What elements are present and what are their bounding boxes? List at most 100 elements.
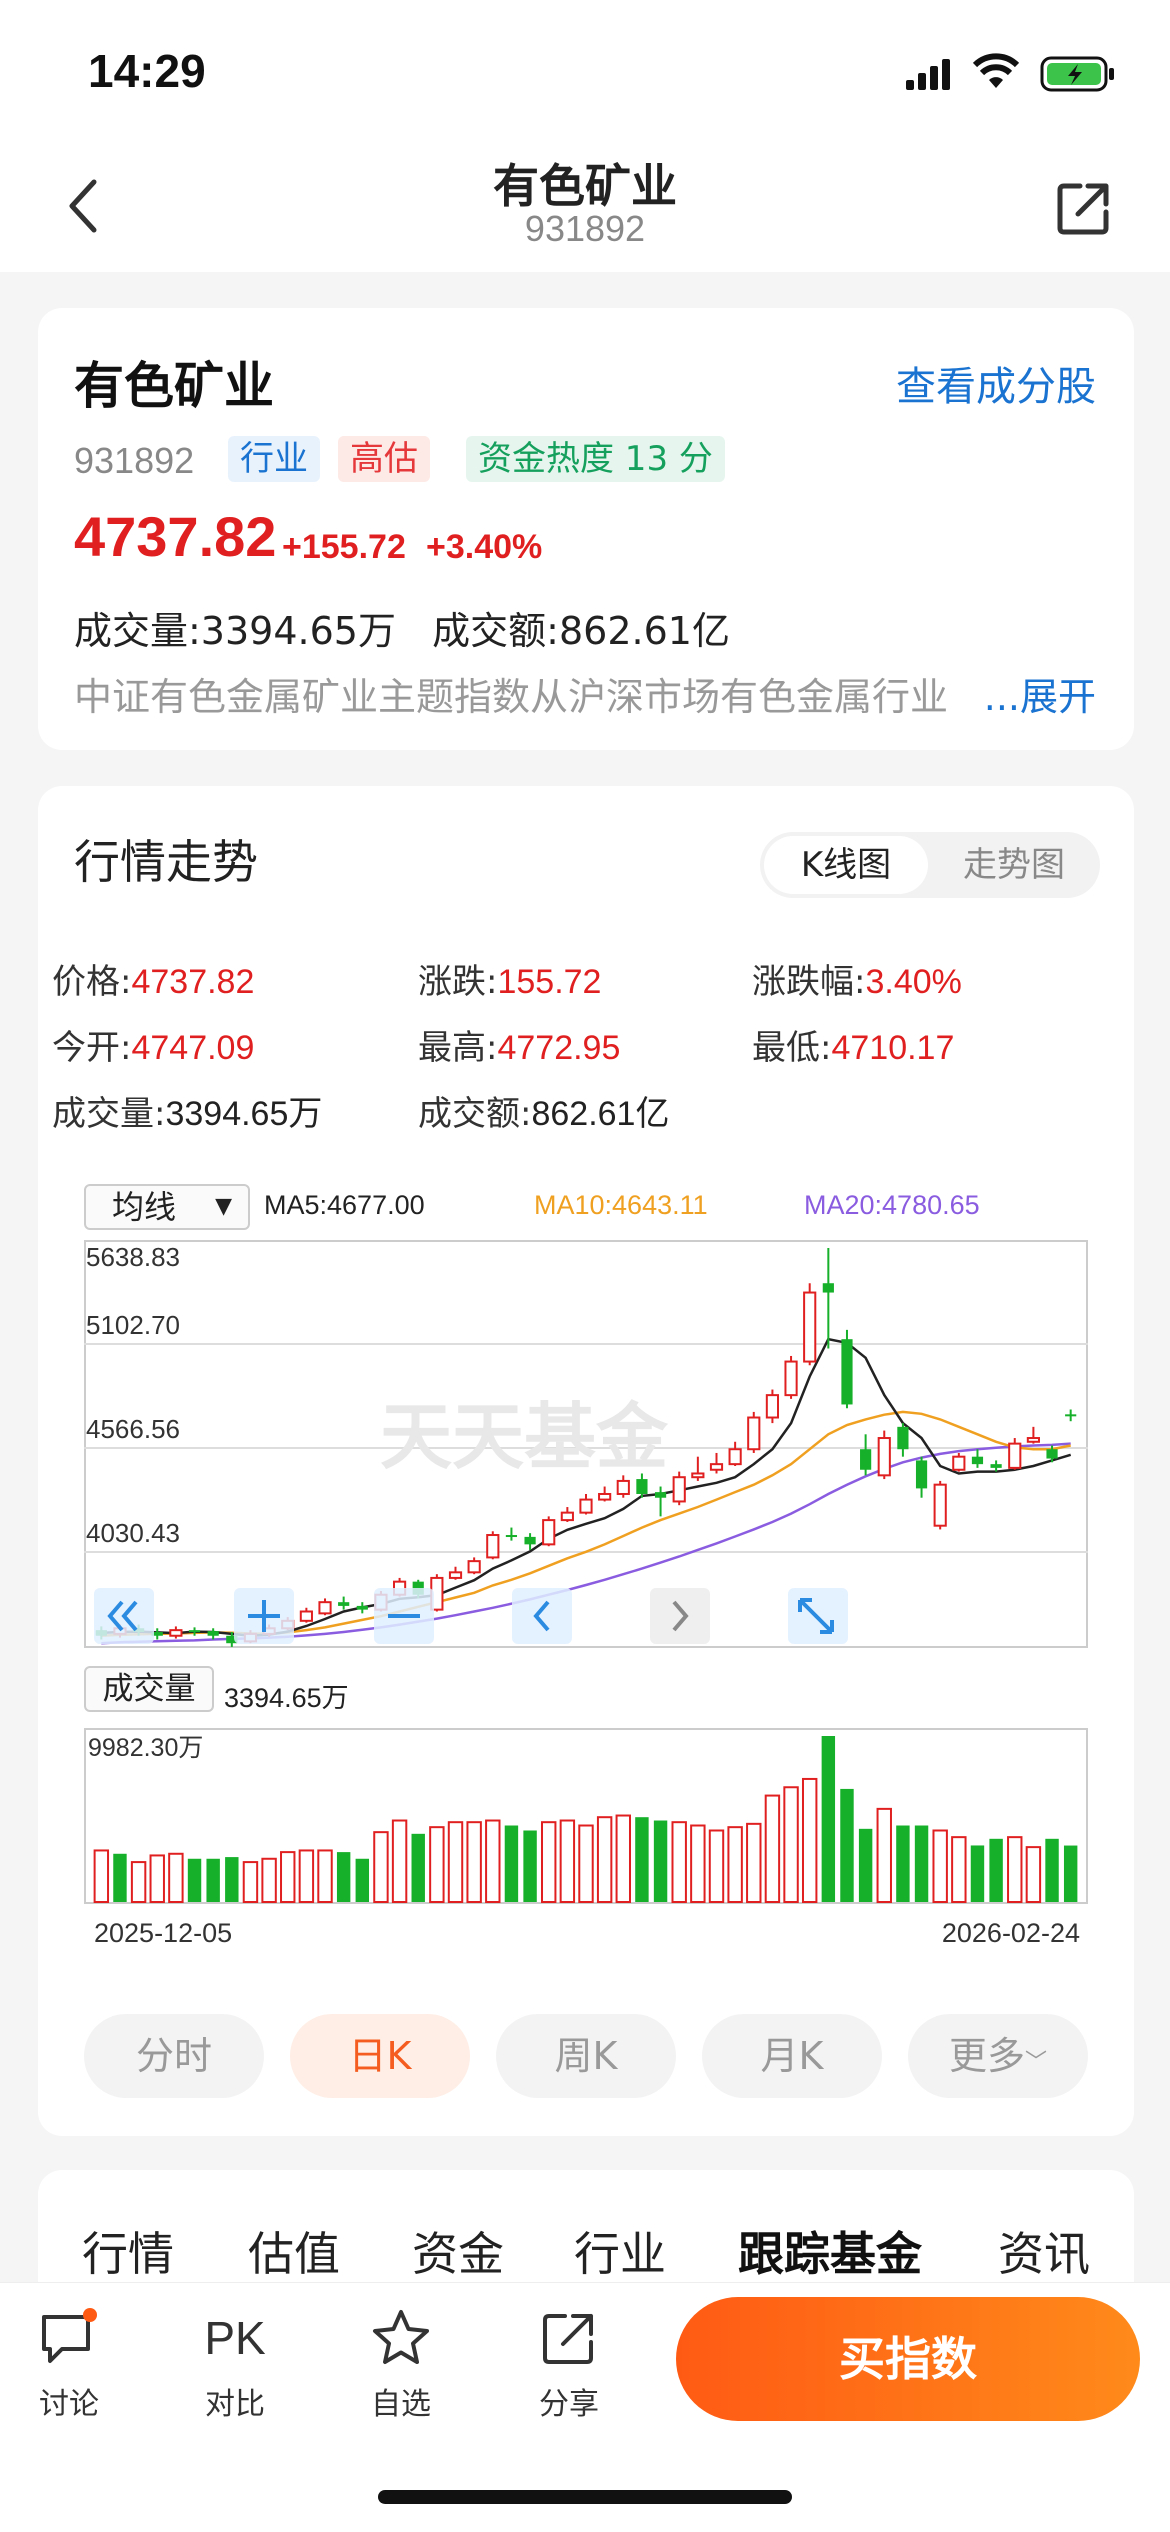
scroll-left-button[interactable]	[512, 1588, 572, 1644]
candle-body	[728, 1448, 742, 1466]
period-more-label: 更多	[948, 2034, 1025, 2078]
discuss-label: 讨论	[39, 2387, 99, 2422]
candle-body	[747, 1416, 761, 1451]
volume-bar	[447, 1821, 464, 1903]
candle-body	[654, 1492, 667, 1498]
period-more[interactable]: 更多﹀	[908, 2014, 1088, 2098]
volume-bar	[168, 1852, 184, 1903]
tab-capital[interactable]: 资金	[412, 2218, 504, 2284]
share-icon[interactable]	[1054, 178, 1114, 238]
y-tick-2: 5102.70	[86, 1310, 180, 1340]
volume-bar	[783, 1786, 799, 1903]
volume-bar	[690, 1824, 706, 1903]
status-bar: 14:29	[0, 0, 1170, 140]
volume-bar	[1025, 1846, 1042, 1903]
quote-high: 最高:4772.95	[418, 1020, 620, 1069]
volume-chart[interactable]: 9982.30万	[84, 1728, 1088, 1904]
fullscreen-button[interactable]	[788, 1588, 848, 1644]
candle-body	[188, 1630, 201, 1633]
star-icon	[373, 2310, 429, 2364]
volume-bar	[391, 1819, 408, 1903]
volume-bar	[615, 1814, 631, 1903]
discuss-button[interactable]: 讨论	[14, 2303, 124, 2423]
expand-description-link[interactable]: ...展开	[979, 666, 1096, 721]
volume-bar	[989, 1838, 1003, 1902]
volume-bar	[1045, 1838, 1059, 1902]
zoom-in-button[interactable]	[234, 1588, 294, 1644]
home-indicator	[378, 2490, 792, 2504]
period-daily-k[interactable]: 日K	[290, 2014, 470, 2098]
valuation-tag[interactable]: 高估	[338, 436, 430, 482]
candle-body	[467, 1560, 481, 1574]
candle-body	[765, 1394, 780, 1419]
volume-bar	[746, 1822, 762, 1903]
tab-market[interactable]: 行情	[82, 2218, 174, 2284]
volume-bar	[932, 1829, 948, 1903]
volume-indicator-tag[interactable]: 成交量	[84, 1666, 214, 1712]
quote-open-label: 今开:	[52, 1028, 132, 1068]
candle-body	[691, 1472, 705, 1479]
quote-change-label: 涨跌:	[418, 962, 498, 1002]
compare-button[interactable]: PK 对比	[180, 2303, 290, 2423]
x-axis-end-date: 2026-02-24	[941, 1918, 1080, 1948]
candle-body	[1008, 1442, 1022, 1469]
volume-bar	[187, 1858, 202, 1902]
y-tick-1: 5638.83	[86, 1242, 180, 1272]
kline-chart[interactable]: 天天基金 5638.83 5102.70 4566.56 4030.43	[84, 1240, 1088, 1648]
quote-amount-label: 成交额:	[418, 1094, 532, 1134]
period-weekly-k[interactable]: 周K	[496, 2014, 676, 2098]
view-constituents-link[interactable]: 查看成分股	[896, 354, 1096, 412]
chart-type-toggle: K线图 走势图	[760, 832, 1100, 898]
volume-bar	[1007, 1836, 1023, 1903]
page-subtitle-code: 931892	[524, 208, 646, 249]
candle-body	[579, 1498, 593, 1514]
volume-bar	[801, 1777, 818, 1904]
chat-bubble-icon	[42, 2308, 97, 2363]
tab-valuation[interactable]: 估值	[248, 2218, 340, 2284]
scroll-right-button[interactable]	[650, 1588, 710, 1644]
zoom-out-button[interactable]	[374, 1588, 434, 1644]
kline-tab[interactable]: K线图	[764, 836, 928, 894]
candle-body	[598, 1492, 612, 1501]
ma-select-dropdown[interactable]: 均线 ▼	[84, 1184, 250, 1230]
candle-body	[672, 1476, 686, 1503]
nav-bar: 有色矿业 931892	[0, 140, 1170, 272]
buy-index-button[interactable]: 买指数	[676, 2297, 1140, 2421]
volume-bar	[298, 1849, 315, 1903]
industry-tag[interactable]: 行业	[228, 436, 320, 482]
quote-pct: 涨跌幅:3.40%	[752, 954, 962, 1003]
tab-industry[interactable]: 行业	[574, 2218, 666, 2284]
y-tick-3: 4566.56	[86, 1414, 180, 1444]
volume-bar	[914, 1825, 929, 1902]
volume-bar	[764, 1794, 781, 1903]
volume-bar	[429, 1826, 445, 1903]
candle-body	[505, 1535, 518, 1538]
tab-news[interactable]: 资讯	[998, 2218, 1090, 2284]
quote-high-value: 4772.95	[497, 1029, 621, 1067]
share-button[interactable]: 分享	[514, 2303, 624, 2423]
candle-body	[915, 1460, 928, 1489]
tab-tracking-funds[interactable]: 跟踪基金	[738, 2218, 922, 2284]
volume-bar	[523, 1830, 537, 1902]
chevron-down-icon: ﹀	[1025, 2050, 1048, 2075]
candle-body	[933, 1483, 947, 1527]
volume-bar	[317, 1849, 333, 1903]
volume-bar	[727, 1826, 743, 1903]
period-monthly-k[interactable]: 月K	[702, 2014, 882, 2098]
y-tick-4: 4030.43	[86, 1518, 180, 1548]
period-intraday[interactable]: 分时	[84, 2014, 264, 2098]
candle-body	[1026, 1437, 1040, 1443]
trend-line-tab[interactable]: 走势图	[932, 836, 1096, 894]
volume-bar	[1063, 1845, 1078, 1902]
scroll-left-fast-button[interactable]	[94, 1588, 154, 1644]
capital-heat-tag[interactable]: 资金热度 13 分	[466, 436, 725, 482]
candle-body	[971, 1456, 984, 1465]
candle-body	[448, 1571, 463, 1579]
candle-body	[299, 1610, 313, 1622]
watchlist-button[interactable]: 自选	[346, 2303, 456, 2423]
candle-body	[803, 1291, 817, 1363]
quote-pct-value: 3.40%	[865, 963, 962, 1001]
volume-bar	[970, 1845, 985, 1902]
volume-readout: 3394.65万	[224, 1683, 349, 1713]
volume-bar	[840, 1788, 854, 1902]
